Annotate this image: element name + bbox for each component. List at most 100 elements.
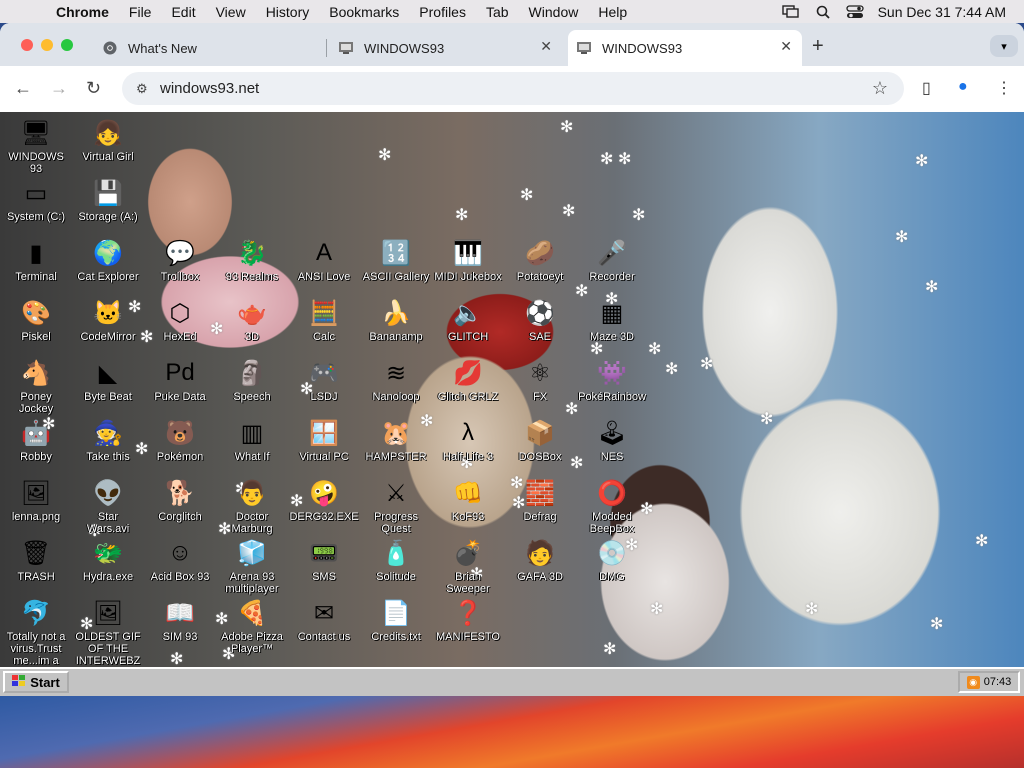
start-button[interactable]: Start [3,671,69,693]
menu-tab[interactable]: Tab [486,4,509,20]
desktop-icon[interactable]: 🕹 NES [577,417,647,464]
desktop-icon[interactable]: ≋ Nanoloop [361,357,431,404]
close-window-button[interactable] [21,39,33,51]
address-bar[interactable]: ⚙ windows93.net ☆ [122,72,904,105]
screen-mirroring-icon[interactable] [782,5,800,19]
desktop-icon[interactable]: Pd Puke Data [145,357,215,403]
desktop-icon[interactable]: 🐻 Pokémon [145,417,215,464]
desktop-icon[interactable]: 💾 Storage (A:) [73,177,143,224]
desktop-icon[interactable]: 🐹 HAMPSTER [361,417,431,464]
desktop-icon[interactable]: ▭ System (C:) [1,177,71,224]
desktop-icon[interactable]: 👊 KoF93 [433,477,503,524]
profile-avatar-icon[interactable]: ● [958,78,968,96]
desktop-icon[interactable]: 🐬 Totally not a virus.Trust me...im a [1,597,71,668]
desktop-icon[interactable]: ✉ Contact us [289,597,359,644]
desktop-icon[interactable]: 📦 DOSBox [505,417,575,464]
desktop-icon[interactable]: 🎨 Piskel [1,297,71,344]
desktop-icon[interactable]: 🧑 GAFA 3D [505,537,575,584]
menu-window[interactable]: Window [529,4,579,20]
desktop-icon[interactable]: 🐱 CodeMirror [73,297,143,344]
desktop-icon[interactable]: 💿 DMG [577,537,647,584]
desktop-icon[interactable]: ▥ What If [217,417,287,464]
desktop-icon[interactable]: 🔈 GLITCH [433,297,503,344]
minimize-window-button[interactable] [41,39,53,51]
tab-windows93-active[interactable]: WINDOWS93 ✕ [568,30,802,66]
desktop-icon[interactable]: 🎹 MIDI Jukebox [433,237,503,284]
menu-help[interactable]: Help [598,4,627,20]
desktop-icon[interactable]: 🐉 93 Realms [217,237,287,284]
close-tab-icon[interactable]: ✕ [540,38,552,55]
desktop-icon[interactable]: 🖼 lenna.png [1,477,71,524]
back-arrow-icon[interactable]: ← [14,78,32,99]
desktop-icon[interactable]: 💬 Trollbox [145,237,215,284]
desktop-icon[interactable]: ◣ Byte Beat [73,357,143,404]
desktop-icon[interactable]: ⚽ SAE [505,297,575,344]
desktop-icon[interactable]: 🧊 Arena 93 multiplayer [217,537,287,596]
desktop-icon[interactable]: 📟 SMS [289,537,359,584]
desktop-icon[interactable]: 🧮 Calc [289,297,359,344]
desktop-icon[interactable]: ▮ Terminal [1,237,71,284]
bookmark-star-icon[interactable]: ☆ [872,78,888,99]
desktop-icon[interactable]: 🧙 Take this [73,417,143,464]
site-info-icon[interactable]: ⚙ [136,81,154,97]
desktop-icon[interactable]: 👨 Doctor Marburg [217,477,287,536]
menu-view[interactable]: View [216,4,246,20]
forward-arrow-icon[interactable]: → [50,78,68,99]
zoom-window-button[interactable] [61,39,73,51]
desktop-icon[interactable]: 🥔 Potatoeyt [505,237,575,284]
rss-feed-icon[interactable]: ◉ [966,675,980,689]
windows93-desktop[interactable]: ✻ ✻ ✻ ✻ ✻ ✻ ✻ ✻ ✻ ✻ ✻ ✻ ✻ ✻ ✻ ✻ ✻ ✻ ✻ ✻ ✻ ✻ ✻ ✻ ✻ ✻ ✻ ✻ ✻ ✻ ✻ ✻ ✻ ✻ ✻ ✻ ✻ ✻ ✻ ✻… [0,112,1024,696]
desktop-icon[interactable]: 🤖 Robby [1,417,71,464]
desktop-icon[interactable]: 🎤 Recorder [577,237,647,284]
desktop-icon[interactable]: 👽 Star Wars.avi [73,477,143,536]
menu-edit[interactable]: Edit [171,4,195,20]
reload-icon[interactable]: ↻ [86,78,101,99]
desktop-icon[interactable]: 🖼 OLDEST GIF OF THE INTERWEBZ [73,597,143,668]
desktop-icon[interactable]: ⚔ Progress Quest [361,477,431,536]
close-tab-icon[interactable]: ✕ [780,38,792,55]
desktop-icon[interactable]: 💣 Brian Sweeper [433,537,503,596]
desktop-icon[interactable]: ❓ MANIFESTO [433,597,503,644]
tab-search-chevron-icon[interactable]: ▾ [990,35,1018,57]
desktop-icon[interactable]: 🎮 LSDJ [289,357,359,404]
desktop-icon[interactable]: 🐲 Hydra.exe [73,537,143,584]
desktop-icon[interactable]: ⭕ Modded BeepBox [577,477,647,536]
desktop-icon[interactable]: 👧 Virtual Girl [73,117,143,164]
desktop-icon[interactable]: 👾 PokéRainbow [577,357,647,404]
menu-history[interactable]: History [266,4,310,20]
menu-bookmarks[interactable]: Bookmarks [329,4,399,20]
desktop-icon[interactable]: ⬡ HexEd [145,297,215,344]
chrome-menu-icon[interactable]: ⋮ [996,78,1012,98]
desktop-icon[interactable]: 🍌 Bananamp [361,297,431,344]
desktop-icon[interactable]: λ Half-Life 3 [433,417,503,463]
side-panel-icon[interactable]: ▯ [922,78,931,98]
menu-file[interactable]: File [129,4,152,20]
desktop-icon[interactable]: A ANSI Love [289,237,359,283]
desktop-icon[interactable]: 🪟 Virtual PC [289,417,359,464]
desktop-icon[interactable]: 🖥 WINDOWS 93 [1,117,71,176]
desktop-icon[interactable]: 🗿 Speech [217,357,287,404]
menu-profiles[interactable]: Profiles [419,4,466,20]
desktop-icon[interactable]: 📖 SIM 93 [145,597,215,644]
control-center-icon[interactable] [845,4,864,19]
desktop-icon[interactable]: 🤪 DERG32.EXE [289,477,359,524]
new-tab-button[interactable]: + [812,35,824,58]
desktop-icon[interactable]: 🐴 Poney Jockey [1,357,71,416]
desktop-icon[interactable]: 🐕 Corglitch [145,477,215,524]
tab-whats-new[interactable]: What's New [92,30,326,66]
address-url[interactable]: windows93.net [160,80,259,97]
desktop-icon[interactable]: 🍕 Adobe Pizza Player™ [217,597,287,656]
desktop-icon[interactable]: 🗑 TRASH [1,537,71,584]
menu-chrome[interactable]: Chrome [56,4,109,20]
desktop-icon[interactable]: 🫖 3D [217,297,287,344]
desktop-icon[interactable]: 🧴 Solitude [361,537,431,584]
desktop-icon[interactable]: 💋 Glitch GRLZ [433,357,503,404]
desktop-icon[interactable]: ⚛ FX [505,357,575,404]
desktop-icon[interactable]: 🔢 ASCII Gallery [361,237,431,284]
desktop-icon[interactable]: 🌍 Cat Explorer [73,237,143,284]
desktop-icon[interactable]: ▦ Maze 3D [577,297,647,344]
desktop-icon[interactable]: ☺ Acid Box 93 [145,537,215,583]
tab-windows93-1[interactable]: WINDOWS93 ✕ [330,30,562,66]
spotlight-search-icon[interactable] [814,5,832,19]
desktop-icon[interactable]: 🧱 Defrag [505,477,575,524]
